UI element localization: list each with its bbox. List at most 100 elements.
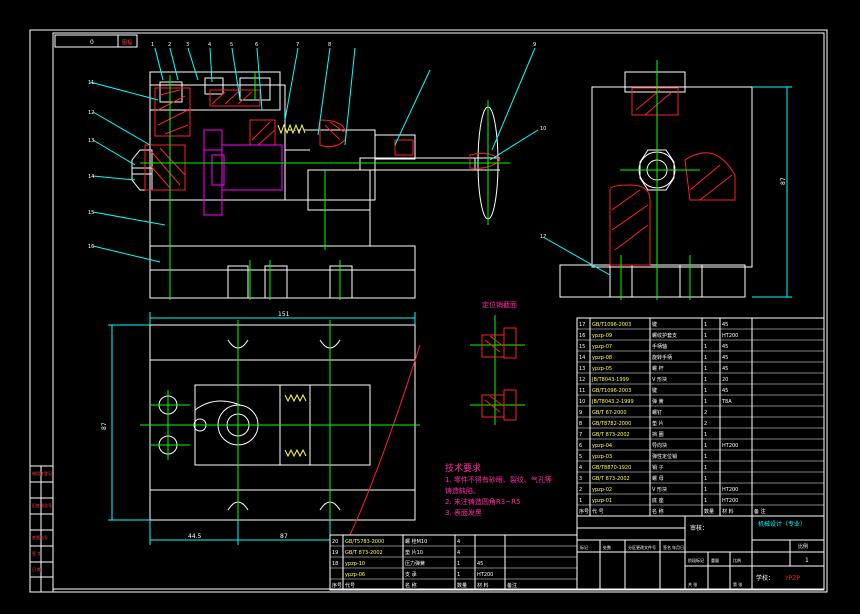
top-view (149, 324, 416, 521)
parts-cell: 4 (579, 465, 582, 471)
strip-label-6: 签 字 (32, 550, 41, 556)
parts-cell: ypzp-03 (592, 454, 612, 460)
parts-cell: 2 (704, 410, 707, 416)
callout: 12 (88, 110, 94, 116)
parts-cell: 键 (652, 387, 657, 394)
top-dimensions (108, 312, 416, 545)
parts-cell: HT200 (722, 498, 738, 504)
mid-footer-cell: 序号 (332, 582, 342, 589)
parts-cell: 1 (704, 432, 707, 438)
callout: 13 (88, 138, 94, 144)
parts-cell: T8A (721, 399, 732, 405)
parts-cell: 3 (579, 476, 582, 482)
svg-text:分区: 分区 (628, 544, 636, 550)
parts-header-cell: 代 号 (592, 508, 604, 515)
parts-cell: GB/T 67-2000 (592, 410, 627, 416)
title-sheet: 1 (805, 557, 809, 564)
tech-line: 3. 表面发黑 (445, 509, 482, 517)
callout: 1 (151, 42, 154, 48)
mid-footer-cell: 代号 (345, 582, 355, 589)
parts-cell: 1 (704, 498, 707, 504)
parts-cell: GB/T8782-2000 (592, 421, 631, 427)
parts-cell: 11 (579, 388, 585, 394)
front-magenta-part (203, 129, 283, 216)
parts-cell: 12 (579, 377, 585, 383)
parts-cell: 6 (579, 443, 582, 449)
parts-cell: 15 (579, 344, 585, 350)
svg-text:重量: 重量 (711, 557, 719, 563)
strip-label-7: 日 期 (32, 566, 41, 572)
parts-cell: 16 (579, 333, 585, 339)
parts-cell: 14 (579, 355, 585, 361)
dim-a: 44.5 (188, 533, 202, 540)
svg-text:年月日: 年月日 (672, 544, 684, 550)
parts-cell: 1 (704, 333, 707, 339)
parts-cell: 1 (579, 498, 582, 504)
parts-header-cell: 材 料 (722, 508, 734, 515)
top-width-dim: 151 (278, 311, 290, 318)
parts-cell: 弹 簧 (652, 398, 664, 405)
parts-cell: 1 (704, 388, 707, 394)
tech-line: 铸造缺陷。 (445, 487, 480, 495)
svg-text:处数: 处数 (603, 544, 611, 550)
mid-footer-cell: 备注 (507, 582, 517, 589)
parts-cell: V 形块 (652, 486, 667, 493)
parts-cell: 1 (704, 366, 707, 372)
parts-cell: ypzp-04 (592, 443, 612, 449)
callout: 2 (168, 42, 171, 48)
callout: 6 (255, 42, 258, 48)
parts-cell: 旋转手柄 (652, 354, 672, 361)
parts-cell: 5 (579, 454, 582, 460)
parts-cell: 45 (722, 388, 728, 394)
parts-cell: ypzp-09 (592, 333, 612, 339)
svg-text:比例: 比例 (733, 557, 741, 563)
svg-text:更改文件号: 更改文件号 (636, 544, 656, 550)
parts-cell: 1 (704, 344, 707, 350)
title-box-number: 0 (90, 39, 94, 46)
parts-cell: 20 (722, 377, 728, 383)
parts-cell: 2 (579, 487, 582, 493)
parts-cell: 导向块 (652, 442, 667, 449)
mid-cell: 支 承 (405, 571, 417, 578)
title-drawing-name: 机械设计（专业） (758, 520, 806, 528)
parts-header-cell: 数量 (704, 508, 714, 515)
parts-cell: 弹性定位销 (652, 453, 677, 460)
strip-label-0: 借用件登记 (32, 470, 52, 476)
parts-cell: 1 (704, 476, 707, 482)
mid-footer-cell: 名 称 (405, 582, 417, 589)
parts-cell: JB/T8043.2-1999 (591, 399, 634, 405)
tech-line: 2. 未注铸造圆角R3~R5 (445, 498, 521, 506)
parts-cell: HT200 (722, 487, 738, 493)
top-height-dim: 87 (101, 422, 108, 430)
title-code: YPZP (784, 575, 800, 582)
parts-cell: 13 (579, 366, 585, 372)
parts-cell: 1 (704, 443, 707, 449)
tech-title: 技术要求 (445, 464, 482, 474)
parts-cell: JB/T8043-1999 (591, 377, 629, 383)
parts-cell: 45 (722, 322, 728, 328)
parts-cell: 17 (579, 322, 585, 328)
mid-cell: GB/T 873-2002 (345, 550, 383, 556)
mid-cell: 1 (457, 572, 460, 578)
parts-cell: 挡 圈 (652, 431, 664, 438)
title-scale: 比例 (798, 543, 808, 550)
parts-cell: 8 (579, 421, 582, 427)
parts-cell: GB/T 873-2002 (592, 432, 630, 438)
parts-cell: 螺 母 (652, 475, 664, 482)
mid-cell: HT200 (477, 572, 493, 578)
side-dim-label: 87 (780, 177, 787, 185)
parts-cell: 1 (704, 399, 707, 405)
parts-cell: GB/T8870-1920 (592, 465, 631, 471)
top-arc (349, 344, 421, 536)
front-spring (277, 123, 306, 135)
svg-text:标记: 标记 (580, 544, 588, 550)
strip-label-4: 底图总号 (32, 534, 48, 540)
parts-cell: 1 (704, 465, 707, 471)
callout: 9 (533, 42, 536, 48)
parts-cell: 1 (704, 377, 707, 383)
parts-cell: 1 (704, 454, 707, 460)
side-hatch (609, 87, 736, 266)
parts-cell: ypzp-05 (592, 366, 612, 372)
callout: 4 (208, 42, 211, 48)
svg-text:阶段标记: 阶段标记 (688, 557, 704, 563)
